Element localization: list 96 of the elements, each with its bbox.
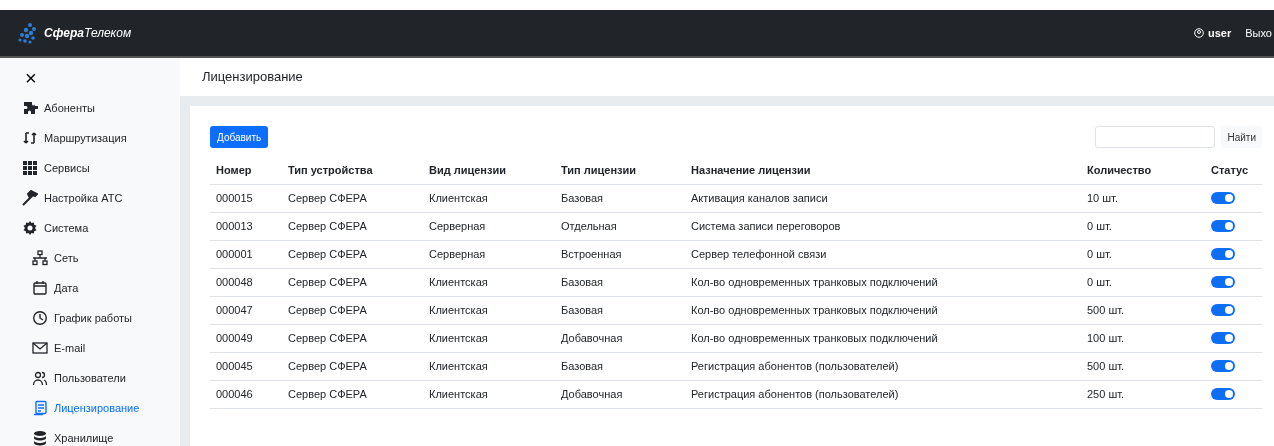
- table-cell: Сервер СФЕРА: [282, 324, 423, 352]
- find-button[interactable]: Найти: [1221, 126, 1262, 148]
- table-cell: Сервер СФЕРА: [282, 380, 423, 408]
- table-cell: 0 шт.: [1081, 268, 1205, 296]
- sidebar-item[interactable]: Настройка АТС: [22, 183, 123, 213]
- table-cell: 100 шт.: [1081, 324, 1205, 352]
- status-toggle[interactable]: [1211, 192, 1235, 204]
- table-cell: Сервер СФЕРА: [282, 212, 423, 240]
- table-cell: 000046: [210, 380, 282, 408]
- column-header: Тип устройства: [282, 156, 423, 184]
- status-toggle[interactable]: [1211, 220, 1235, 232]
- table-cell: 500 шт.: [1081, 352, 1205, 380]
- page-title: Лицензирование: [202, 68, 303, 87]
- column-header: Статус: [1205, 156, 1262, 184]
- logo-text: СфераТелеком: [44, 25, 132, 42]
- table-cell: Серверная: [423, 212, 555, 240]
- people-icon: [32, 370, 48, 386]
- column-header: Номер: [210, 156, 282, 184]
- swap-arrows-icon: [22, 130, 38, 146]
- document-icon: [32, 400, 48, 416]
- close-button[interactable]: ×: [25, 68, 37, 88]
- table-cell: 250 шт.: [1081, 380, 1205, 408]
- sidebar-item[interactable]: Дата: [32, 273, 79, 303]
- table-cell: Сервер СФЕРА: [282, 268, 423, 296]
- status-toggle[interactable]: [1211, 276, 1235, 288]
- sidebar-item[interactable]: Пользователи: [32, 363, 126, 393]
- network-icon: [32, 250, 48, 266]
- status-toggle[interactable]: [1211, 360, 1235, 372]
- table-cell: Кол-во одновременных транковых подключений: [685, 268, 1081, 296]
- sidebar-item[interactable]: Система: [22, 213, 89, 243]
- table-cell: Клиентская: [423, 380, 555, 408]
- grid-icon: [22, 160, 38, 176]
- table-cell: Сервер телефонной связи: [685, 240, 1081, 268]
- table-cell: Клиентская: [423, 324, 555, 352]
- table-cell: Отдельная: [555, 212, 685, 240]
- envelope-icon: [32, 340, 48, 356]
- puzzle-icon: [22, 100, 38, 116]
- column-header: Тип лицензии: [555, 156, 685, 184]
- table-cell: Кол-во одновременных транковых подключений: [685, 296, 1081, 324]
- table-cell: 10 шт.: [1081, 184, 1205, 212]
- table-cell: 500 шт.: [1081, 296, 1205, 324]
- sidebar-item[interactable]: Сеть: [32, 243, 79, 273]
- hammer-icon: [22, 190, 38, 206]
- table-cell: Сервер СФЕРА: [282, 240, 423, 268]
- table-cell: Базовая: [555, 296, 685, 324]
- table-cell: Регистрация абонентов (пользователей): [685, 352, 1081, 380]
- search-field[interactable]: [1095, 126, 1216, 148]
- sidebar-item[interactable]: Сервисы: [22, 153, 90, 183]
- logout-link[interactable]: Выхо: [1245, 24, 1272, 42]
- table-cell: Клиентская: [423, 184, 555, 212]
- column-header: Вид лицензии: [423, 156, 555, 184]
- column-header: Количество: [1081, 156, 1205, 184]
- add-button[interactable]: Добавить: [210, 126, 269, 148]
- clock-icon: [32, 310, 48, 326]
- table-cell: Регистрация абонентов (пользователей): [685, 380, 1081, 408]
- sidebar-item[interactable]: Абоненты: [22, 93, 95, 123]
- sidebar-item[interactable]: Маршрутизация: [22, 123, 127, 153]
- table-cell: Клиентская: [423, 296, 555, 324]
- table-cell: 000015: [210, 184, 282, 212]
- user-name[interactable]: user: [1208, 24, 1232, 42]
- table-cell: 0 шт.: [1081, 212, 1205, 240]
- column-header: Назначение лицензии: [685, 156, 1081, 184]
- table-cell: Система записи переговоров: [685, 212, 1081, 240]
- table-cell: Серверная: [423, 240, 555, 268]
- table-cell: Базовая: [555, 184, 685, 212]
- user-icon: [1194, 28, 1204, 38]
- gear-icon: [22, 220, 38, 236]
- database-icon: [32, 430, 48, 446]
- table-cell: Добавочная: [555, 380, 685, 408]
- table-cell: Кол-во одновременных транковых подключений: [685, 324, 1081, 352]
- table-cell: 000047: [210, 296, 282, 324]
- status-toggle[interactable]: [1211, 304, 1235, 316]
- status-toggle[interactable]: [1211, 388, 1235, 400]
- sidebar-item[interactable]: Лицензирование: [32, 393, 140, 423]
- table-cell: 000048: [210, 268, 282, 296]
- sidebar-item[interactable]: Хранилище: [32, 423, 114, 446]
- table-cell: Сервер СФЕРА: [282, 184, 423, 212]
- table-cell: Добавочная: [555, 324, 685, 352]
- status-toggle[interactable]: [1211, 332, 1235, 344]
- table-cell: Сервер СФЕРА: [282, 352, 423, 380]
- calendar-icon: [32, 280, 48, 296]
- table-cell: 0 шт.: [1081, 240, 1205, 268]
- table-cell: Клиентская: [423, 268, 555, 296]
- table-cell: 000049: [210, 324, 282, 352]
- status-toggle[interactable]: [1211, 248, 1235, 260]
- table-cell: Активация каналов записи: [685, 184, 1081, 212]
- table-cell: Сервер СФЕРА: [282, 296, 423, 324]
- sidebar-item[interactable]: График работы: [32, 303, 132, 333]
- sidebar-item[interactable]: E-mail: [32, 333, 86, 363]
- table-cell: 000013: [210, 212, 282, 240]
- table-cell: Встроенная: [555, 240, 685, 268]
- table-cell: Базовая: [555, 352, 685, 380]
- table-cell: 000001: [210, 240, 282, 268]
- table-cell: Клиентская: [423, 352, 555, 380]
- table-cell: 000045: [210, 352, 282, 380]
- table-cell: Базовая: [555, 268, 685, 296]
